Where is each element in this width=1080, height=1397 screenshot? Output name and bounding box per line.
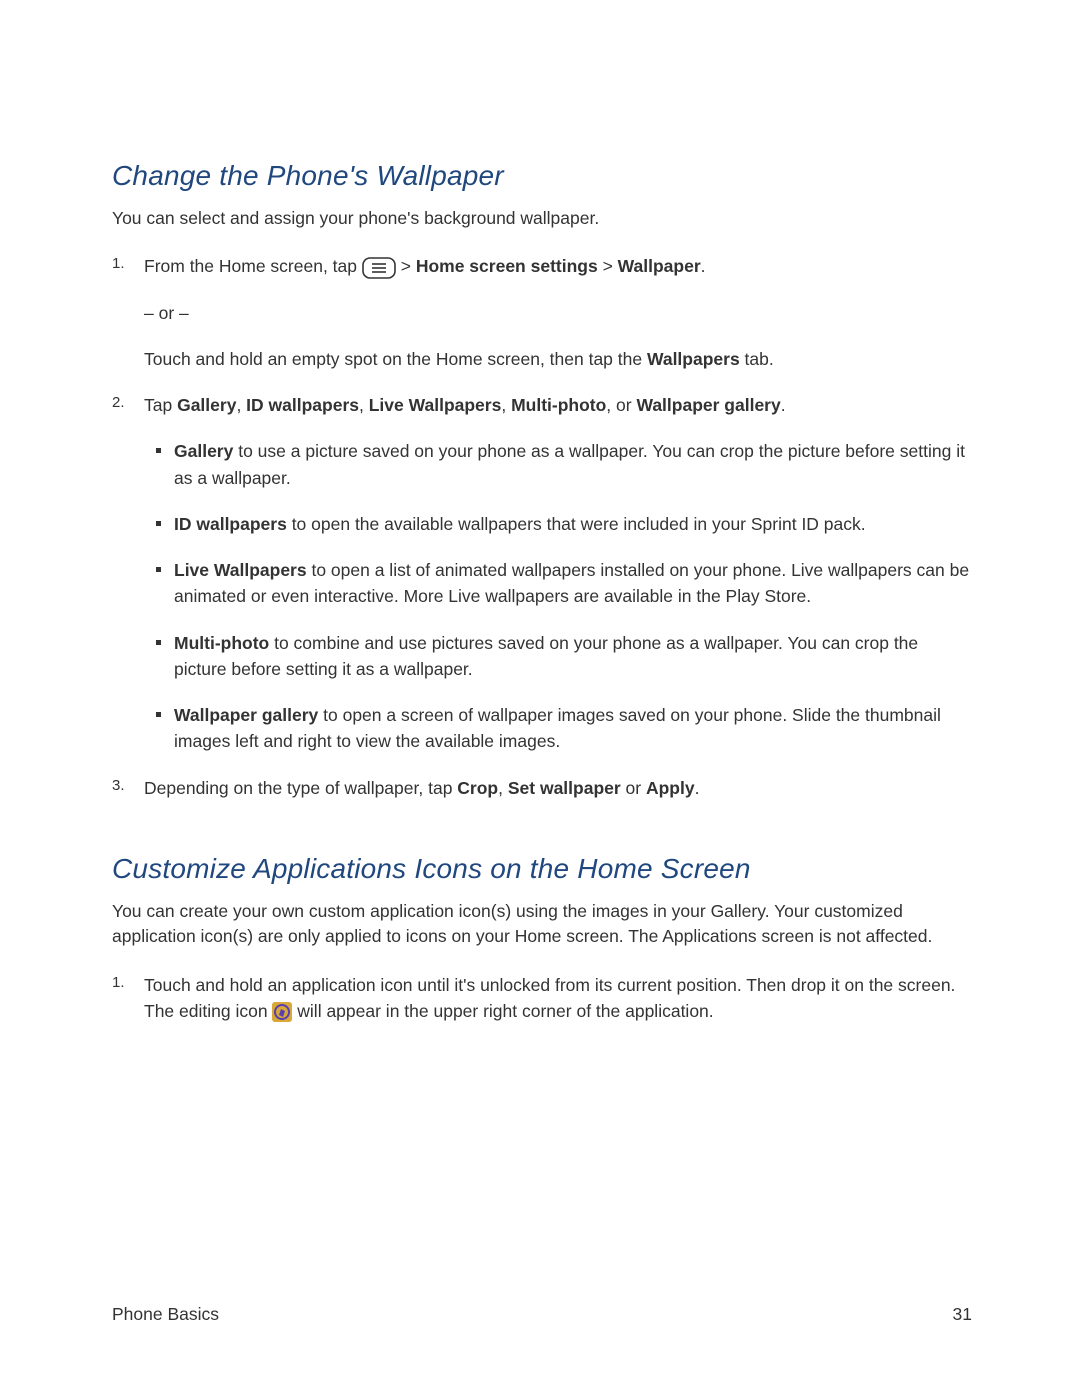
section-change-wallpaper: Change the Phone's Wallpaper You can sel… — [112, 160, 972, 801]
bullet-wg-b: Wallpaper gallery — [174, 705, 318, 725]
step2-b5: Wallpaper gallery — [636, 395, 780, 415]
step2-b2: ID wallpapers — [246, 395, 359, 415]
or-separator: – or – — [144, 300, 972, 326]
step2-s3: , — [501, 395, 511, 415]
steps-customize-icons: Touch and hold an application icon until… — [112, 972, 972, 1025]
page-footer: Phone Basics 31 — [112, 1304, 972, 1325]
bullet-id-t: to open the available wallpapers that we… — [287, 514, 866, 534]
step1-bold2: Wallpaper — [618, 256, 701, 276]
step2-pre: Tap — [144, 395, 177, 415]
customize-step-1: Touch and hold an application icon until… — [112, 972, 972, 1025]
step1-pre: From the Home screen, tap — [144, 256, 362, 276]
bullet-id-b: ID wallpapers — [174, 514, 287, 534]
footer-section-name: Phone Basics — [112, 1304, 219, 1325]
step3-pre: Depending on the type of wallpaper, tap — [144, 778, 457, 798]
step3-b2: Set wallpaper — [508, 778, 621, 798]
heading-change-wallpaper: Change the Phone's Wallpaper — [112, 160, 972, 192]
bullet-gallery: Gallery to use a picture saved on your p… — [174, 438, 972, 491]
bullet-gallery-b: Gallery — [174, 441, 233, 461]
step3-b1: Crop — [457, 778, 498, 798]
step2-b1: Gallery — [177, 395, 236, 415]
step2-b4: Multi-photo — [511, 395, 606, 415]
step-3: Depending on the type of wallpaper, tap … — [112, 775, 972, 801]
section-customize-icons: Customize Applications Icons on the Home… — [112, 853, 972, 1024]
step1b-pre: Touch and hold an empty spot on the Home… — [144, 349, 647, 369]
step2-post: . — [781, 395, 786, 415]
step3-b3: Apply — [646, 778, 695, 798]
footer-page-number: 31 — [953, 1304, 972, 1325]
step-2: Tap Gallery, ID wallpapers, Live Wallpap… — [112, 392, 972, 755]
bullet-gallery-t: to use a picture saved on your phone as … — [174, 441, 965, 487]
step1b-bold: Wallpapers — [647, 349, 740, 369]
bullet-multi-b: Multi-photo — [174, 633, 269, 653]
menu-icon — [362, 257, 396, 279]
step2-s1: , — [236, 395, 246, 415]
bullet-id: ID wallpapers to open the available wall… — [174, 511, 972, 537]
document-page: Change the Phone's Wallpaper You can sel… — [0, 0, 1080, 1024]
step2-s2: , — [359, 395, 369, 415]
step-1: From the Home screen, tap > Home screen … — [112, 253, 972, 372]
step1-bold1: Home screen settings — [416, 256, 598, 276]
cstep1-post: will appear in the upper right corner of… — [292, 1001, 713, 1021]
step1-post: . — [701, 256, 706, 276]
edit-icon — [272, 1002, 292, 1022]
heading-customize-icons: Customize Applications Icons on the Home… — [112, 853, 972, 885]
bullet-multi-t: to combine and use pictures saved on you… — [174, 633, 918, 679]
bullet-live: Live Wallpapers to open a list of animat… — [174, 557, 972, 610]
step3-s2: or — [621, 778, 646, 798]
intro-change-wallpaper: You can select and assign your phone's b… — [112, 206, 972, 231]
step3-post: . — [695, 778, 700, 798]
step1-alt: Touch and hold an empty spot on the Home… — [144, 346, 972, 372]
wallpaper-options-list: Gallery to use a picture saved on your p… — [144, 438, 972, 754]
intro-customize-icons: You can create your own custom applicati… — [112, 899, 972, 950]
bullet-wg: Wallpaper gallery to open a screen of wa… — [174, 702, 972, 755]
step3-s1: , — [498, 778, 508, 798]
step2-s4: , or — [606, 395, 636, 415]
step2-b3: Live Wallpapers — [369, 395, 502, 415]
step1b-post: tab. — [740, 349, 774, 369]
step1-sep: > — [598, 256, 618, 276]
bullet-multi: Multi-photo to combine and use pictures … — [174, 630, 972, 683]
steps-change-wallpaper: From the Home screen, tap > Home screen … — [112, 253, 972, 801]
bullet-live-b: Live Wallpapers — [174, 560, 307, 580]
step1-mid: > — [396, 256, 416, 276]
